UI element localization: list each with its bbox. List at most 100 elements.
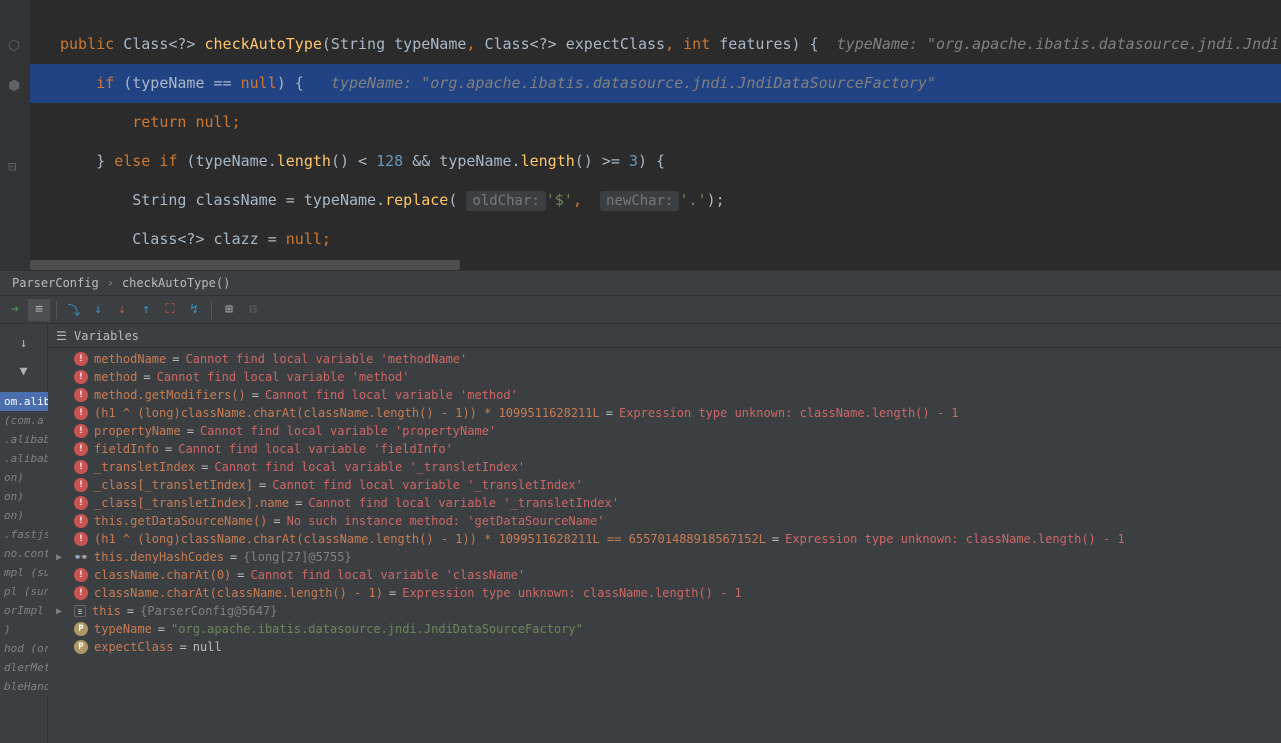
stack-frame-item[interactable]: dlerMet [0, 658, 48, 677]
variable-row[interactable]: !_transletIndex = Cannot find local vari… [48, 458, 1281, 476]
stack-frame-item[interactable]: (com.a [0, 411, 48, 430]
variable-row[interactable]: !this.getDataSourceName() = No such inst… [48, 512, 1281, 530]
variable-row[interactable]: !propertyName = Cannot find local variab… [48, 422, 1281, 440]
variable-value: "org.apache.ibatis.datasource.jndi.JndiD… [171, 622, 583, 636]
variable-name: method.getModifiers() [94, 388, 246, 402]
show-execution-point-button[interactable]: ➔ [4, 299, 26, 321]
stack-frame-item[interactable]: orImpl ( [0, 601, 48, 620]
variable-error: Expression type unknown: className.lengt… [785, 532, 1125, 546]
variable-row[interactable]: ▶👓this.denyHashCodes = {long[27]@5755} [48, 548, 1281, 566]
variable-error: Cannot find local variable '_transletInd… [272, 478, 583, 492]
variable-row[interactable]: !(h1 ^ (long)className.charAt(className.… [48, 404, 1281, 422]
code-line[interactable]: } else if (typeName.length() < 128 && ty… [30, 142, 1281, 181]
variable-error: Expression type unknown: className.lengt… [402, 586, 742, 600]
stack-frame-item[interactable]: on) [0, 468, 48, 487]
variable-row[interactable]: !(h1 ^ (long)className.charAt(className.… [48, 530, 1281, 548]
stack-frame-item[interactable]: .fastjson [0, 525, 48, 544]
breadcrumb[interactable]: ParserConfig › checkAutoType() [0, 270, 1281, 296]
filter-icon[interactable]: ▼ [13, 360, 35, 382]
code-line[interactable]: return null; [30, 103, 1281, 142]
error-icon: ! [74, 370, 88, 384]
variable-row[interactable]: PexpectClass = null [48, 638, 1281, 656]
variable-error: No such instance method: 'getDataSourceN… [287, 514, 605, 528]
breadcrumb-class[interactable]: ParserConfig [12, 276, 99, 290]
code-line[interactable]: String className = typeName.replace( old… [30, 181, 1281, 220]
variable-name: typeName [94, 622, 152, 636]
frames-panel[interactable]: om.aliba(com.a.alibaba.alibabaon)on)on).… [0, 392, 48, 696]
fold-icon[interactable]: ⬡ [8, 38, 20, 54]
stack-frame-item[interactable]: no.contr [0, 544, 48, 563]
variable-row[interactable]: !method = Cannot find local variable 'me… [48, 368, 1281, 386]
variable-name: methodName [94, 352, 166, 366]
error-icon: ! [74, 460, 88, 474]
error-icon: ! [74, 532, 88, 546]
stack-frame-item[interactable]: .alibaba [0, 430, 48, 449]
variable-row[interactable]: !_class[_transletIndex].name = Cannot fi… [48, 494, 1281, 512]
run-to-cursor-button[interactable]: ↯ [183, 299, 205, 321]
stack-frame-item[interactable]: .alibaba [0, 449, 48, 468]
variables-panel: Variables !methodName = Cannot find loca… [48, 324, 1281, 743]
variable-error: Cannot find local variable '_transletInd… [214, 460, 525, 474]
variable-error: Cannot find local variable 'className' [251, 568, 526, 582]
primitive-icon: P [74, 640, 88, 654]
variable-name: expectClass [94, 640, 173, 654]
error-icon: ! [74, 568, 88, 582]
step-into-button[interactable]: ↓ [87, 299, 109, 321]
watch-icon: 👓 [74, 550, 88, 564]
expand-arrow-icon[interactable]: ▶ [56, 606, 68, 617]
variables-list[interactable]: !methodName = Cannot find local variable… [48, 348, 1281, 743]
menu-icon [56, 329, 68, 343]
horizontal-scrollbar[interactable] [30, 260, 460, 270]
drop-frame-button[interactable]: ⛶ [159, 299, 181, 321]
variables-header[interactable]: Variables [48, 324, 1281, 348]
current-execution-line[interactable]: if (typeName == null) { typeName: "org.a… [30, 64, 1281, 103]
breadcrumb-method[interactable]: checkAutoType() [122, 276, 230, 290]
breakpoint-icon[interactable]: ⬢ [8, 78, 20, 94]
fold-icon[interactable]: ⊟ [8, 159, 16, 175]
evaluate-button[interactable]: ⊞ [218, 299, 240, 321]
variable-name: _transletIndex [94, 460, 195, 474]
variable-row[interactable]: !methodName = Cannot find local variable… [48, 350, 1281, 368]
error-icon: ! [74, 388, 88, 402]
trace-button[interactable]: ⊟ [242, 299, 264, 321]
variable-row[interactable]: ▶≡this = {ParserConfig@5647} [48, 602, 1281, 620]
variable-row[interactable]: !className.charAt(0) = Cannot find local… [48, 566, 1281, 584]
step-out-button[interactable]: ↑ [135, 299, 157, 321]
code-editor[interactable]: ⬡ ⬢ ⊟ public Class<?> checkAutoType(Stri… [0, 0, 1281, 270]
stack-frame-item[interactable]: ) [0, 620, 48, 639]
error-icon: ! [74, 478, 88, 492]
variable-name: propertyName [94, 424, 181, 438]
stack-frame-item[interactable]: on) [0, 506, 48, 525]
error-icon: ! [74, 352, 88, 366]
variable-row[interactable]: !_class[_transletIndex] = Cannot find lo… [48, 476, 1281, 494]
variable-value: null [193, 640, 222, 654]
variable-value: {ParserConfig@5647} [140, 604, 277, 618]
variable-error: Cannot find local variable '_transletInd… [308, 496, 619, 510]
code-line[interactable]: public Class<?> checkAutoType(String typ… [30, 25, 1281, 64]
stack-frame-item[interactable]: om.aliba [0, 392, 48, 411]
stack-frame-item[interactable]: hod (org [0, 639, 48, 658]
sort-down-icon[interactable]: ↓ [13, 332, 35, 354]
variable-error: Cannot find local variable 'propertyName… [200, 424, 496, 438]
stack-frame-item[interactable]: bleHand [0, 677, 48, 696]
variable-error: Cannot find local variable 'method' [265, 388, 518, 402]
variable-name: className.charAt(0) [94, 568, 231, 582]
variable-row[interactable]: !fieldInfo = Cannot find local variable … [48, 440, 1281, 458]
variable-error: Cannot find local variable 'fieldInfo' [178, 442, 453, 456]
variable-name: _class[_transletIndex] [94, 478, 253, 492]
stack-frame-item[interactable]: mpl (sun [0, 563, 48, 582]
variable-row[interactable]: PtypeName = "org.apache.ibatis.datasourc… [48, 620, 1281, 638]
stack-frame-item[interactable]: on) [0, 487, 48, 506]
step-over-button[interactable]: ⤵ [63, 299, 85, 321]
stack-frame-item[interactable]: pl (sun. [0, 582, 48, 601]
expand-arrow-icon[interactable]: ▶ [56, 552, 68, 563]
variable-name: fieldInfo [94, 442, 159, 456]
debug-toolbar: ➔ ≡ ⤵ ↓ ⇣ ↑ ⛶ ↯ ⊞ ⊟ [0, 296, 1281, 324]
variable-row[interactable]: !method.getModifiers() = Cannot find loc… [48, 386, 1281, 404]
code-line[interactable]: Class<?> clazz = null; [30, 220, 1281, 259]
force-step-into-button[interactable]: ⇣ [111, 299, 133, 321]
step-layout-button[interactable]: ≡ [28, 299, 50, 321]
variable-row[interactable]: !className.charAt(className.length() - 1… [48, 584, 1281, 602]
error-icon: ! [74, 496, 88, 510]
variable-error: Cannot find local variable 'method' [157, 370, 410, 384]
